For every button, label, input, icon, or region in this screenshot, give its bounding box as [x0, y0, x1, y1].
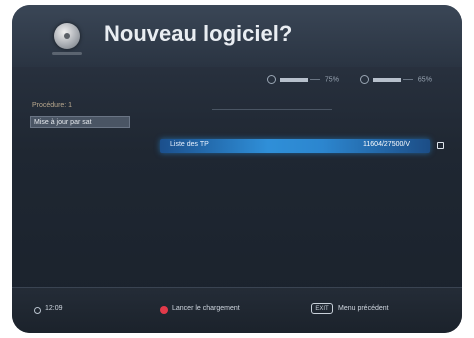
- header-bar: Nouveau logiciel?: [12, 5, 462, 67]
- edit-icon[interactable]: [437, 142, 444, 149]
- red-button-icon[interactable]: [160, 306, 168, 314]
- procedure-label: Procédure: 1: [32, 102, 73, 109]
- satellite-dish-icon: [54, 23, 80, 49]
- signal-level-icon: [267, 75, 276, 84]
- page-title: Nouveau logiciel?: [104, 21, 293, 46]
- exit-key-icon[interactable]: EXIT: [311, 303, 333, 314]
- signal-level-bar: [279, 77, 308, 82]
- tv-screen: Nouveau logiciel? 75% 65% Procédure: 1 M…: [12, 5, 462, 333]
- signal-quality-percent: 65%: [417, 76, 432, 84]
- tp-list-row[interactable]: Liste des TP 11604/27500/V: [160, 139, 430, 153]
- signal-quality-bar: [372, 77, 401, 82]
- start-download-label: Lancer le chargement: [172, 305, 240, 312]
- clock-icon: [34, 307, 41, 314]
- divider: [212, 109, 332, 110]
- tp-list-value: 11604/27500/V: [363, 141, 410, 148]
- previous-menu-label: Menu précédent: [338, 305, 389, 312]
- signal-level-percent: 75%: [324, 76, 339, 84]
- signal-quality-icon: [360, 75, 369, 84]
- update-by-sat-button[interactable]: Mise à jour par sat: [30, 116, 130, 128]
- tp-list-label: Liste des TP: [170, 141, 209, 148]
- signal-level: 75%: [267, 75, 339, 84]
- footer-time: 12:09: [45, 305, 63, 312]
- signal-quality: 65%: [360, 75, 432, 84]
- logo-base: [52, 52, 82, 55]
